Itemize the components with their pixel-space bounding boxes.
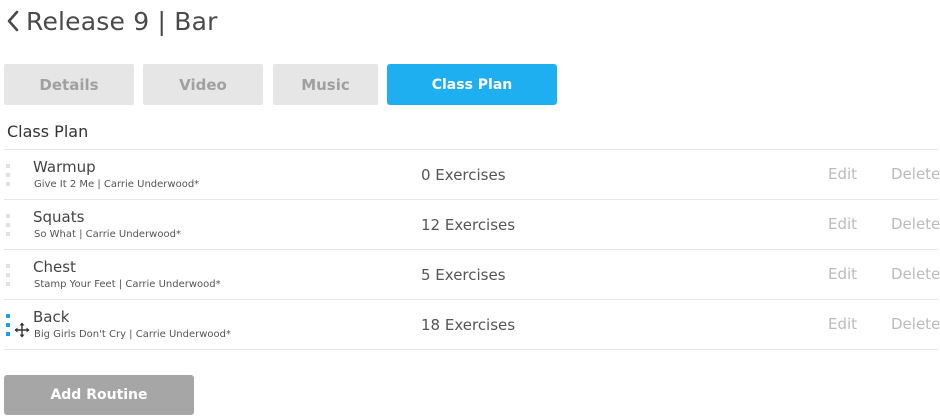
edit-button[interactable]: Edit [828, 315, 857, 333]
routine-name: Squats [33, 208, 85, 226]
routine-song: Give It 2 Me | Carrie Underwood* [34, 179, 200, 190]
move-cursor-icon [14, 322, 30, 338]
page-title: Release 9 | Bar [26, 6, 218, 36]
routine-song: So What | Carrie Underwood* [34, 229, 181, 240]
exercise-count: 12 Exercises [421, 216, 516, 234]
tab-details[interactable]: Details [4, 64, 134, 105]
tab-music[interactable]: Music [273, 64, 378, 105]
drag-handle-icon[interactable] [6, 214, 12, 236]
chevron-left-icon[interactable] [6, 6, 24, 36]
tab-class-plan[interactable]: Class Plan [387, 64, 557, 105]
tab-video[interactable]: Video [143, 64, 263, 105]
routine-song: Big Girls Don't Cry | Carrie Underwood* [34, 329, 232, 340]
section-title: Class Plan [7, 122, 89, 141]
routine-song: Stamp Your Feet | Carrie Underwood* [34, 279, 221, 290]
routine-row-chest[interactable]: Chest Stamp Your Feet | Carrie Underwood… [4, 250, 940, 300]
routine-name: Warmup [33, 158, 96, 176]
edit-button[interactable]: Edit [828, 215, 857, 233]
delete-button[interactable]: Delete [891, 215, 940, 233]
page-header: Release 9 | Bar [6, 4, 218, 38]
exercise-count: 18 Exercises [421, 316, 516, 334]
routine-row-warmup[interactable]: Warmup Give It 2 Me | Carrie Underwood* … [4, 150, 940, 200]
add-routine-button[interactable]: Add Routine [4, 375, 194, 415]
drag-handle-icon[interactable] [6, 314, 12, 336]
drag-handle-icon[interactable] [6, 164, 12, 186]
routine-list: Warmup Give It 2 Me | Carrie Underwood* … [4, 149, 940, 350]
routine-name: Back [33, 308, 70, 326]
drag-handle-icon[interactable] [6, 264, 12, 286]
routine-row-squats[interactable]: Squats So What | Carrie Underwood* 12 Ex… [4, 200, 940, 250]
edit-button[interactable]: Edit [828, 265, 857, 283]
exercise-count: 0 Exercises [421, 166, 506, 184]
routine-name: Chest [33, 258, 76, 276]
exercise-count: 5 Exercises [421, 266, 506, 284]
routine-row-back[interactable]: Back Big Girls Don't Cry | Carrie Underw… [4, 300, 940, 350]
delete-button[interactable]: Delete [891, 165, 940, 183]
edit-button[interactable]: Edit [828, 165, 857, 183]
delete-button[interactable]: Delete [891, 315, 940, 333]
delete-button[interactable]: Delete [891, 265, 940, 283]
